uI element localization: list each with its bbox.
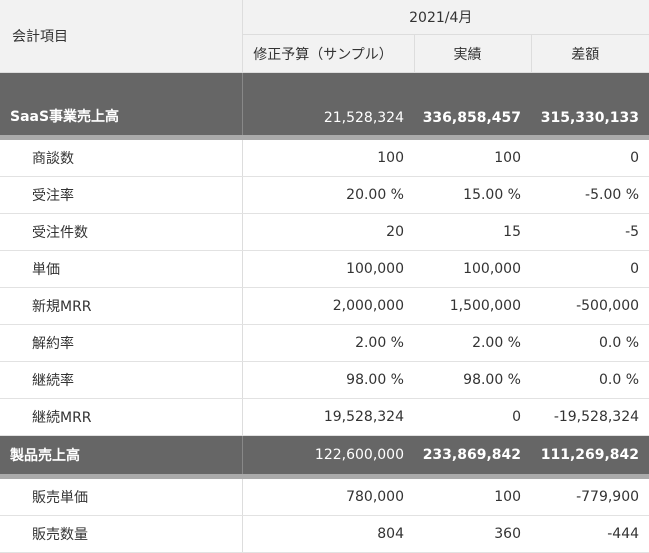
row-label: 販売単価 xyxy=(0,476,243,516)
row-label: 解約率 xyxy=(0,324,243,362)
diff-value: -779,900 xyxy=(531,476,649,516)
group-row: 製品売上高 122,600,000 233,869,842 111,269,842 xyxy=(0,435,649,479)
plan-value: 2,000,000 xyxy=(242,287,414,325)
plan-value: 804 xyxy=(242,515,414,553)
row-label: 単価 xyxy=(0,250,243,288)
diff-value: -5 xyxy=(531,213,649,251)
table-row: 販売数量 804 360 -444 xyxy=(0,515,649,553)
actual-value: 2.00 % xyxy=(414,324,531,362)
row-label: 商談数 xyxy=(0,137,243,177)
actual-value: 1,500,000 xyxy=(414,287,531,325)
row-label: 受注件数 xyxy=(0,213,243,251)
actual-value: 360 xyxy=(414,515,531,553)
table-row: 継続率 98.00 % 98.00 % 0.0 % xyxy=(0,361,649,399)
plan-value: 20.00 % xyxy=(242,176,414,214)
actual-value: 336,858,457 xyxy=(414,72,531,140)
table-row: 受注件数 20 15 -5 xyxy=(0,213,649,251)
diff-value: -5.00 % xyxy=(531,176,649,214)
header-period: 2021/4月 xyxy=(242,0,649,35)
plan-value: 20 xyxy=(242,213,414,251)
diff-value: -444 xyxy=(531,515,649,553)
row-label: 販売数量 xyxy=(0,515,243,553)
header-actual: 実績 xyxy=(414,34,532,73)
actual-value: 0 xyxy=(414,398,531,436)
diff-value: 0 xyxy=(531,250,649,288)
group-row: SaaS事業売上高 21,528,324 336,858,457 315,330,13… xyxy=(0,72,649,140)
accounting-table: 会計項目 2021/4月 修正予算（サンプル） 実績 差額 SaaS事業売上高 2… xyxy=(0,0,649,553)
row-label: 受注率 xyxy=(0,176,243,214)
row-label: 継続率 xyxy=(0,361,243,399)
header-item: 会計項目 xyxy=(0,0,243,73)
diff-value: 0 xyxy=(531,137,649,177)
actual-value: 100 xyxy=(414,137,531,177)
header-diff: 差額 xyxy=(531,34,649,73)
table-row: 単価 100,000 100,000 0 xyxy=(0,250,649,288)
row-label: 製品売上高 xyxy=(0,435,243,479)
diff-value: -19,528,324 xyxy=(531,398,649,436)
plan-value: 100,000 xyxy=(242,250,414,288)
row-label: 新規MRR xyxy=(0,287,243,325)
table-row: 商談数 100 100 0 xyxy=(0,137,649,177)
plan-value: 100 xyxy=(242,137,414,177)
diff-value: 111,269,842 xyxy=(531,435,649,479)
actual-value: 15.00 % xyxy=(414,176,531,214)
plan-value: 780,000 xyxy=(242,476,414,516)
plan-value: 2.00 % xyxy=(242,324,414,362)
diff-value: 0.0 % xyxy=(531,361,649,399)
row-label: 継続MRR xyxy=(0,398,243,436)
table-row: 解約率 2.00 % 2.00 % 0.0 % xyxy=(0,324,649,362)
diff-value: 315,330,133 xyxy=(531,72,649,140)
actual-value: 98.00 % xyxy=(414,361,531,399)
plan-value: 98.00 % xyxy=(242,361,414,399)
plan-value: 122,600,000 xyxy=(242,435,414,479)
table-row: 販売単価 780,000 100 -779,900 xyxy=(0,476,649,516)
row-label: SaaS事業売上高 xyxy=(0,72,243,140)
plan-value: 19,528,324 xyxy=(242,398,414,436)
actual-value: 100,000 xyxy=(414,250,531,288)
plan-value: 21,528,324 xyxy=(242,72,414,140)
table-row: 継続MRR 19,528,324 0 -19,528,324 xyxy=(0,398,649,436)
header-plan: 修正予算（サンプル） xyxy=(242,34,415,73)
diff-value: -500,000 xyxy=(531,287,649,325)
table-row: 新規MRR 2,000,000 1,500,000 -500,000 xyxy=(0,287,649,325)
actual-value: 15 xyxy=(414,213,531,251)
actual-value: 233,869,842 xyxy=(414,435,531,479)
actual-value: 100 xyxy=(414,476,531,516)
diff-value: 0.0 % xyxy=(531,324,649,362)
table-row: 受注率 20.00 % 15.00 % -5.00 % xyxy=(0,176,649,214)
